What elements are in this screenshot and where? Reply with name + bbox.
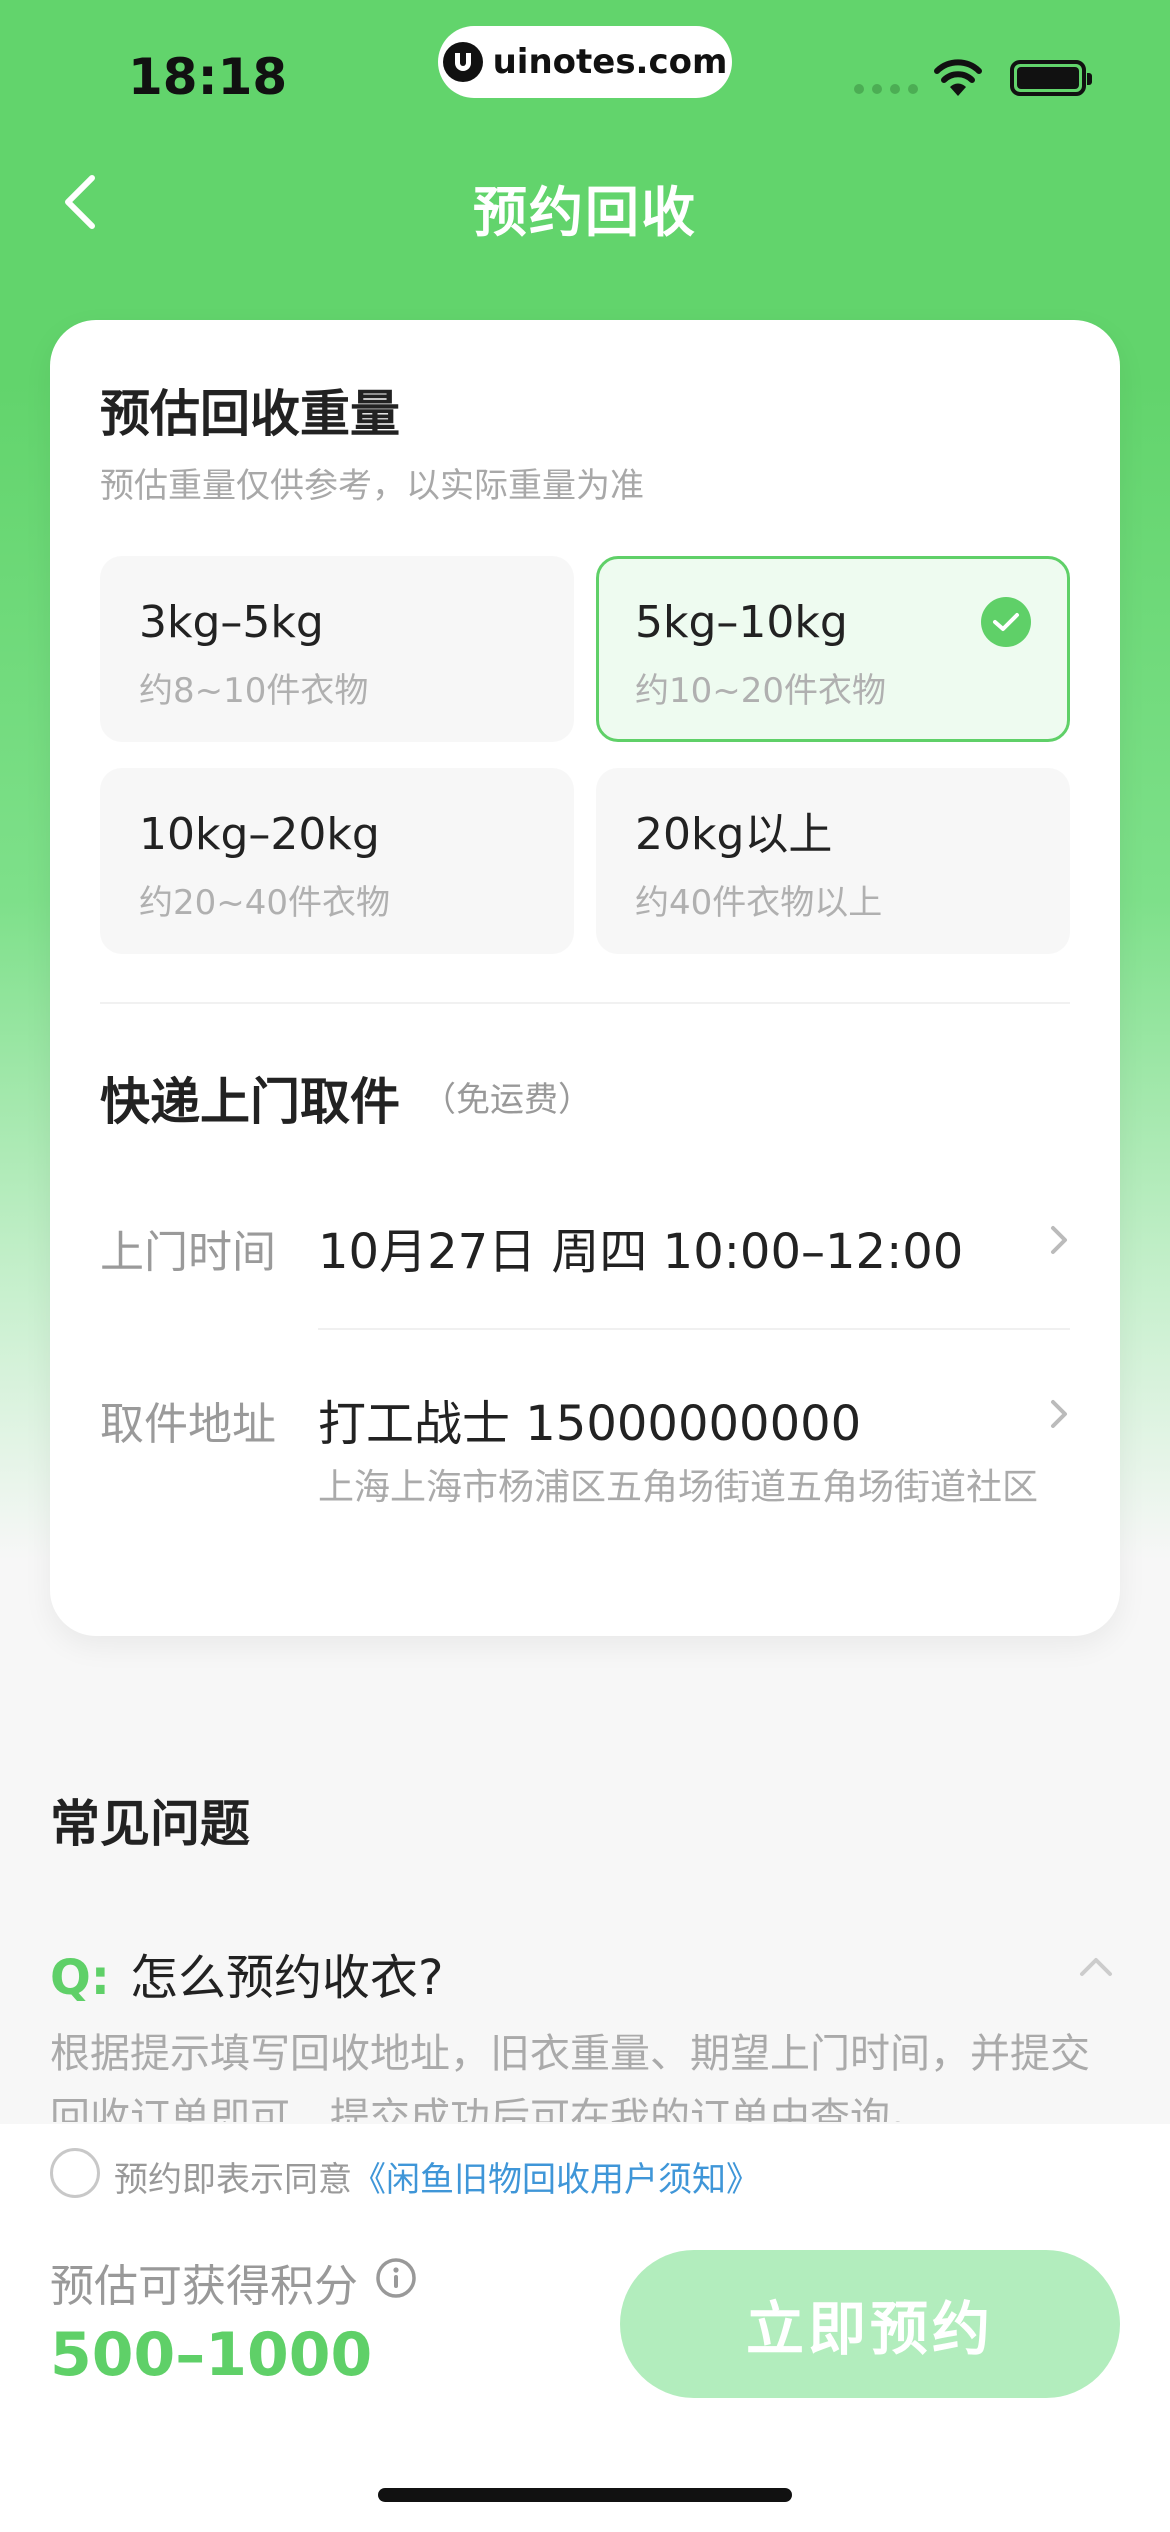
pickup-time-label: 上门时间 <box>100 1227 276 1278</box>
agreement-link[interactable]: 《闲鱼旧物回收用户须知》 <box>352 2160 760 2200</box>
pickup-address-detail: 上海上海市杨浦区五角场街道五角场街道社区 <box>318 1467 1039 1508</box>
chevron-right-icon <box>1051 1226 1067 1254</box>
weight-option-10-20kg[interactable]: 10kg–20kg 约20~40件衣物 <box>100 768 574 954</box>
weight-option-sub: 约8~10件衣物 <box>139 671 369 711</box>
pickup-time-value: 10月27日 周四 10:00–12:00 <box>318 1224 964 1280</box>
free-shipping-note: （免运费） <box>422 1080 592 1120</box>
home-indicator <box>378 2488 792 2502</box>
agree-checkbox[interactable] <box>50 2148 100 2198</box>
info-icon[interactable] <box>374 2256 418 2300</box>
status-bar: 18:18 uinotes.com <box>0 0 1170 150</box>
section-divider <box>100 1002 1070 1004</box>
chevron-up-icon[interactable] <box>1076 1952 1116 1982</box>
faq-question-text: 怎么预约收衣? <box>130 1950 444 2006</box>
weight-option-label: 3kg–5kg <box>139 597 324 648</box>
checkmark-icon <box>981 597 1031 647</box>
points-value: 500–1000 <box>50 2320 373 2390</box>
agreement-text: 预约即表示同意《闲鱼旧物回收用户须知》 <box>114 2152 760 2201</box>
nav-bar: 预约回收 <box>0 150 1170 254</box>
weight-option-label: 5kg–10kg <box>635 597 848 648</box>
faq-title: 常见问题 <box>50 1795 250 1853</box>
status-time: 18:18 <box>128 48 288 106</box>
weight-section-subtitle: 预估重量仅供参考，以实际重量为准 <box>100 466 644 506</box>
weight-option-sub: 约20~40件衣物 <box>139 883 391 923</box>
agreement-prefix: 预约即表示同意 <box>114 2160 352 2200</box>
weight-option-label: 20kg以上 <box>635 809 833 860</box>
weight-option-label: 10kg–20kg <box>139 809 380 860</box>
row-divider <box>318 1328 1070 1330</box>
points-label: 预估可获得积分 <box>50 2261 358 2312</box>
pickup-address-label: 取件地址 <box>100 1399 276 1450</box>
uinotes-logo-icon <box>442 42 483 82</box>
weight-option-5-10kg[interactable]: 5kg–10kg 约10~20件衣物 <box>596 556 1070 742</box>
weight-option-20kg-plus[interactable]: 20kg以上 约40件衣物以上 <box>596 768 1070 954</box>
weight-section-title: 预估回收重量 <box>100 385 400 443</box>
weight-option-sub: 约40件衣物以上 <box>635 883 883 923</box>
faq-question[interactable]: Q: 怎么预约收衣? <box>50 1938 443 2008</box>
booking-card: 预估回收重量 预估重量仅供参考，以实际重量为准 3kg–5kg 约8~10件衣物… <box>50 320 1120 1636</box>
book-now-button[interactable]: 立即预约 <box>620 2250 1120 2398</box>
pickup-address-contact: 打工战士 15000000000 <box>318 1396 862 1452</box>
url-text: uinotes.com <box>492 42 728 82</box>
battery-icon <box>1010 60 1092 96</box>
chevron-right-icon <box>1051 1400 1067 1428</box>
weight-option-sub: 约10~20件衣物 <box>635 671 887 711</box>
weight-option-3-5kg[interactable]: 3kg–5kg 约8~10件衣物 <box>100 556 574 742</box>
pickup-section-title: 快递上门取件 <box>100 1073 400 1131</box>
url-pill: uinotes.com <box>438 26 732 98</box>
page-title: 预约回收 <box>473 181 697 244</box>
faq-answer: 根据提示填写回收地址，旧衣重量、期望上门时间，并提交回收订单即可，提交成功后可在… <box>50 2031 1090 2122</box>
bottom-action-bar: 预约即表示同意《闲鱼旧物回收用户须知》 预估可获得积分 500–1000 立即预… <box>0 2124 1170 2532</box>
cellular-signal-icon <box>854 84 918 94</box>
faq-q-prefix: Q: <box>50 1950 110 2006</box>
wifi-icon <box>934 59 982 96</box>
